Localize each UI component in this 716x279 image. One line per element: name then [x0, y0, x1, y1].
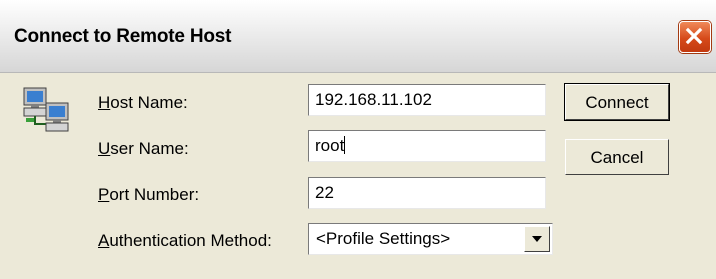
user-name-value: root: [315, 136, 345, 155]
cancel-button[interactable]: Cancel: [565, 139, 669, 175]
port-number-label: Port Number:: [98, 185, 200, 204]
host-name-input[interactable]: 192.168.11.102: [308, 84, 546, 116]
chevron-down-icon: [532, 236, 542, 242]
connect-button[interactable]: Connect: [564, 83, 670, 121]
host-name-label: Host Name:: [98, 93, 188, 112]
port-number-input[interactable]: 22: [308, 177, 546, 209]
dialog-title: Connect to Remote Host: [14, 26, 232, 47]
authentication-method-label: Authentication Method:: [98, 231, 272, 250]
dropdown-button[interactable]: [524, 226, 550, 252]
close-icon: [685, 27, 703, 45]
user-name-input[interactable]: root: [308, 130, 546, 162]
authentication-method-value: <Profile Settings>: [316, 229, 451, 248]
title-bar[interactable]: Connect to Remote Host: [0, 0, 716, 73]
authentication-method-select[interactable]: <Profile Settings>: [308, 223, 553, 255]
close-button[interactable]: [679, 21, 711, 53]
user-name-label: User Name:: [98, 139, 189, 158]
connect-dialog: Connect to Remote Host Host Name: 192.16…: [0, 0, 716, 279]
text-caret: [344, 136, 346, 154]
networked-computers-icon: [23, 87, 69, 132]
